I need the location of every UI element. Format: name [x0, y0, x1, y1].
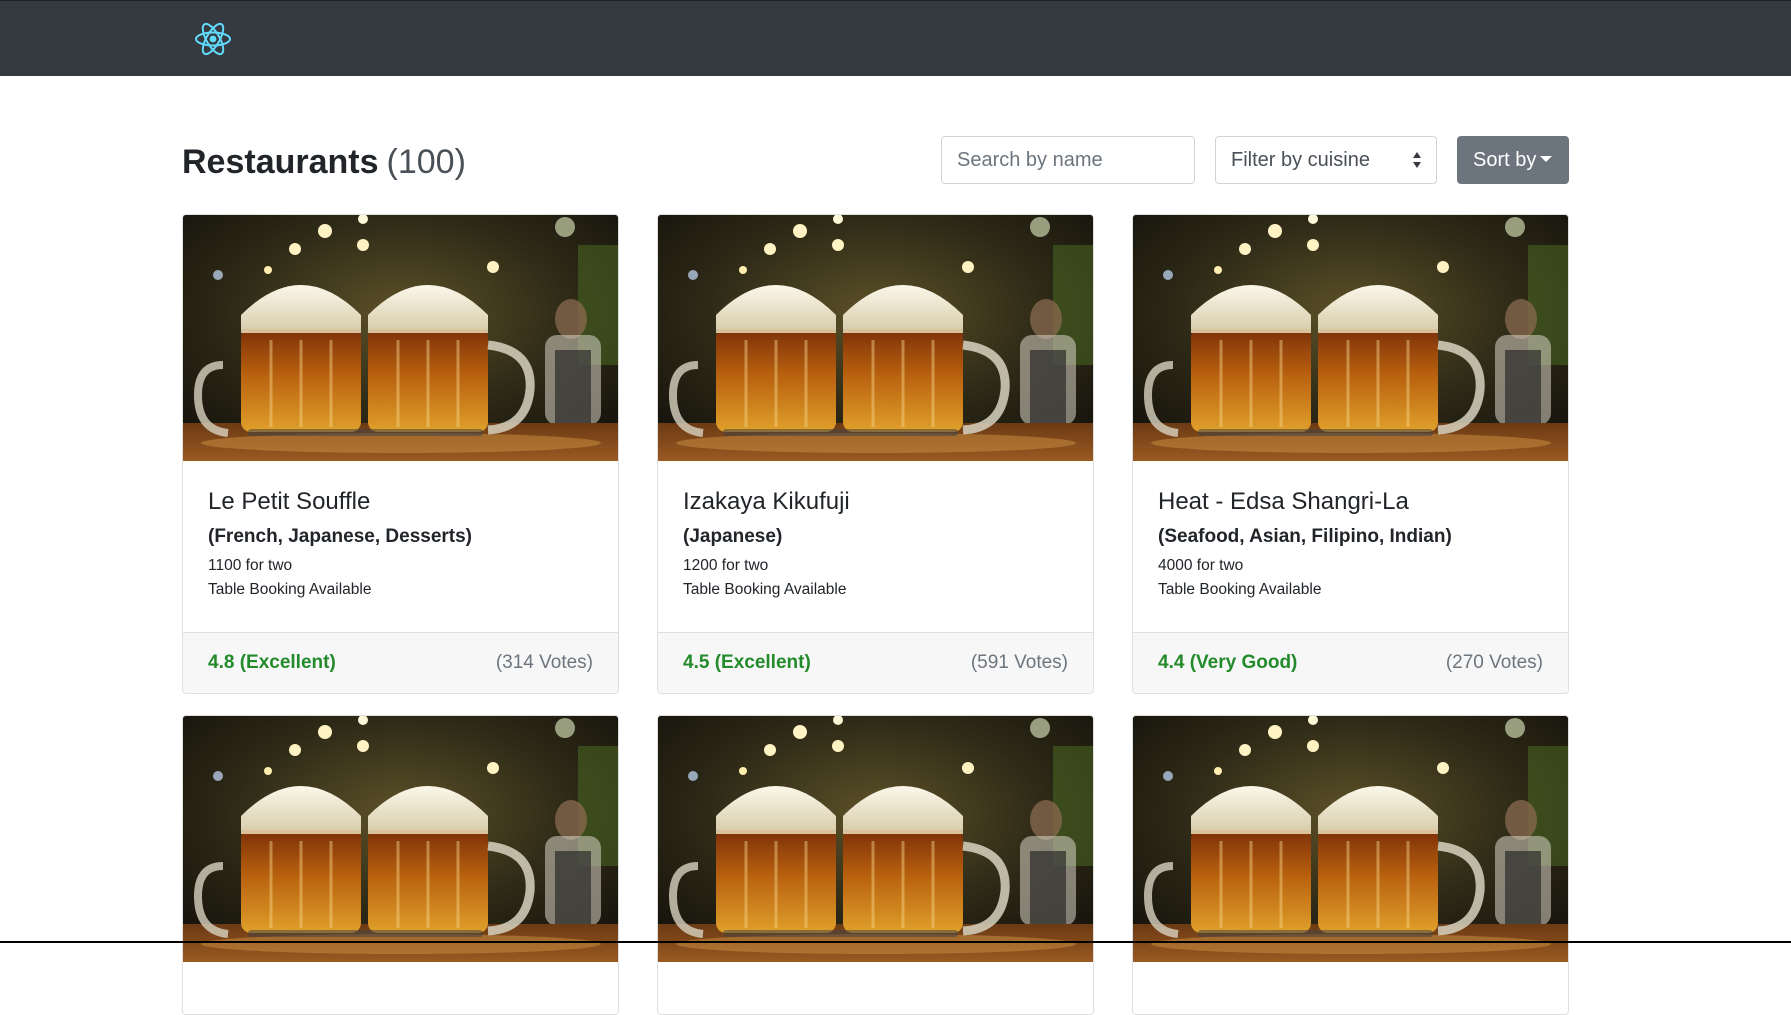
restaurant-card[interactable]: [1132, 715, 1569, 1015]
restaurant-card[interactable]: [182, 715, 619, 1015]
cuisine-filter-label: Filter by cuisine: [1231, 149, 1370, 171]
card-body: Izakaya Kikufuji (Japanese) 1200 for two…: [658, 461, 1093, 633]
page-title: Restaurants (100): [182, 140, 466, 184]
search-input[interactable]: [941, 136, 1195, 184]
restaurant-cuisines: (Seafood, Asian, Filipino, Indian): [1158, 526, 1452, 547]
card-footer: 4.8 (Excellent) (314 Votes): [183, 632, 618, 693]
restaurant-votes: (314 Votes): [495, 652, 593, 673]
card-footer: 4.5 (Excellent) (591 Votes): [658, 632, 1093, 693]
restaurant-rating: 4.4 (Very Good): [1158, 652, 1298, 673]
page-title-text: Restaurants: [182, 143, 379, 181]
restaurant-votes: (270 Votes): [1445, 652, 1543, 673]
card-body: Le Petit Souffle (French, Japanese, Dess…: [183, 461, 618, 633]
cuisine-filter-select[interactable]: Filter by cuisine: [1215, 136, 1437, 184]
restaurant-name: Heat - Edsa Shangri-La: [1158, 488, 1409, 515]
caret-down-icon: [1540, 156, 1553, 162]
restaurant-cost: 4000 for two: [1158, 557, 1244, 574]
sort-by-dropdown-button[interactable]: Sort by: [1457, 136, 1569, 184]
restaurant-rating: 4.5 (Excellent): [683, 652, 811, 673]
restaurant-cuisines: (Japanese): [683, 526, 783, 547]
restaurant-rating: 4.8 (Excellent): [208, 652, 336, 673]
restaurant-card[interactable]: [657, 715, 1094, 1015]
restaurant-cuisines: (French, Japanese, Desserts): [208, 526, 473, 547]
restaurant-booking: Table Booking Available: [208, 581, 372, 598]
restaurant-cost: 1200 for two: [683, 557, 769, 574]
restaurant-booking: Table Booking Available: [1158, 581, 1322, 598]
restaurant-image: [658, 215, 1093, 461]
restaurant-image: [658, 716, 1093, 962]
card-footer: 4.4 (Very Good) (270 Votes): [1133, 632, 1568, 693]
restaurant-image: [183, 716, 618, 962]
restaurant-grid: Le Petit Souffle (French, Japanese, Dess…: [182, 214, 1570, 1015]
select-arrows-icon: [1413, 152, 1421, 168]
restaurant-votes: (591 Votes): [970, 652, 1068, 673]
restaurant-name: Izakaya Kikufuji: [683, 488, 850, 515]
card-body: Heat - Edsa Shangri-La (Seafood, Asian, …: [1133, 461, 1568, 633]
react-atom-icon[interactable]: [193, 19, 233, 59]
top-navbar: [0, 0, 1791, 76]
restaurant-image: [1133, 716, 1568, 962]
sort-by-label: Sort by: [1473, 149, 1537, 171]
restaurant-card[interactable]: Le Petit Souffle (French, Japanese, Dess…: [182, 214, 619, 694]
restaurant-card[interactable]: Izakaya Kikufuji (Japanese) 1200 for two…: [657, 214, 1094, 694]
restaurant-card[interactable]: Heat - Edsa Shangri-La (Seafood, Asian, …: [1132, 214, 1569, 694]
restaurant-cost: 1100 for two: [208, 557, 293, 574]
restaurant-name: Le Petit Souffle: [208, 488, 371, 515]
restaurant-count: (100): [386, 143, 466, 181]
restaurant-booking: Table Booking Available: [683, 581, 847, 598]
restaurant-image: [1133, 215, 1568, 461]
restaurant-image: [183, 215, 618, 461]
